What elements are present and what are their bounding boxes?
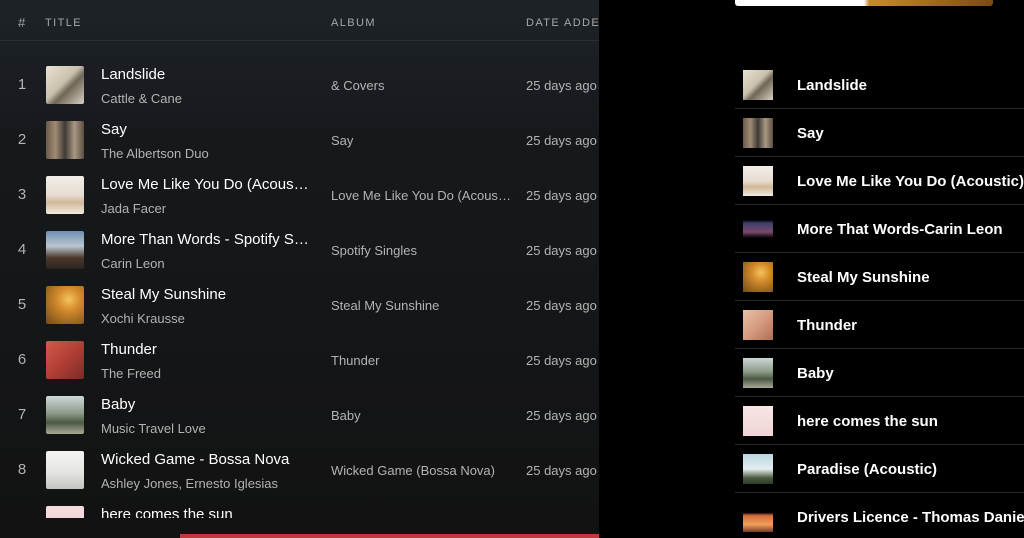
column-header-album[interactable]: ALBUM: [331, 17, 376, 29]
track-row[interactable]: 7 Baby Music Travel Love Baby 25 days ago: [0, 387, 599, 442]
track-number: 5: [17, 296, 27, 313]
track-number: 1: [17, 76, 27, 93]
track-date-added: 25 days ago: [526, 243, 597, 258]
track-row[interactable]: 3 Love Me Like You Do (Acoustic) Jada Face…: [0, 167, 599, 222]
tracklist: 1 Landslide Cattle & Cane & Covers 25 days a…: [0, 57, 599, 538]
track-date-added: 25 days ago: [526, 353, 597, 368]
track-date-added: 25 days ago: [526, 298, 597, 313]
queue-item[interactable]: Steal My Sunshine: [735, 253, 1024, 301]
album-art-thumbnail: [46, 231, 84, 269]
queue-album-art: [743, 118, 773, 148]
tracklist-header: # TITLE ALBUM DATE ADDE: [0, 0, 599, 41]
track-artist[interactable]: Carin Leon: [101, 256, 311, 271]
track-number: 2: [17, 131, 27, 148]
track-date-added: 25 days ago: [526, 188, 597, 203]
track-title[interactable]: Wicked Game - Bossa Nova: [101, 451, 311, 468]
track-album[interactable]: & Covers: [331, 78, 513, 93]
queue-item-title: Love Me Like You Do (Acoustic): [797, 173, 1024, 190]
track-album[interactable]: Spotify Singles: [331, 243, 513, 258]
track-row[interactable]: 2 Say The Albertson Duo Say 25 days ago: [0, 112, 599, 167]
queue-item[interactable]: Paradise (Acoustic): [735, 445, 1024, 493]
queue-item[interactable]: Drivers Licence - Thomas Daniel: [735, 493, 1024, 538]
column-header-date-added[interactable]: DATE ADDE: [526, 17, 599, 29]
queue-item-title: Drivers Licence - Thomas Daniel: [797, 509, 1024, 526]
queue-item-title: Thunder: [797, 317, 857, 334]
queue-list: Landslide Say Love Me Like You Do (Acousti…: [735, 61, 1024, 538]
cover-art-strip: [735, 0, 993, 6]
playlist-pane: # TITLE ALBUM DATE ADDE 1 Landslide Cattle…: [0, 0, 599, 538]
track-date-added: 25 days ago: [526, 133, 597, 148]
queue-item-title: More That Words-Carin Leon: [797, 221, 1003, 238]
track-number: 3: [17, 186, 27, 203]
track-date-added: 25 days ago: [526, 408, 597, 423]
track-number: 6: [17, 351, 27, 368]
queue-item-title: Landslide: [797, 77, 868, 94]
track-number: 8: [17, 461, 27, 478]
queue-item-title: Paradise (Acoustic): [797, 461, 938, 478]
queue-album-art: [743, 358, 773, 388]
queue-item-title: here comes the sun: [797, 413, 938, 430]
track-album[interactable]: Steal My Sunshine: [331, 298, 513, 313]
queue-album-art: [743, 502, 773, 532]
queue-album-art: [743, 454, 773, 484]
queue-item[interactable]: here comes the sun: [735, 397, 1024, 445]
track-row[interactable]: 8 Wicked Game - Bossa Nova Ashley Jones, E…: [0, 442, 599, 497]
track-title[interactable]: Landslide: [101, 66, 311, 83]
track-title[interactable]: Say: [101, 121, 311, 138]
track-album[interactable]: Baby: [331, 408, 513, 423]
track-number: 4: [17, 241, 27, 258]
queue-item[interactable]: Baby: [735, 349, 1024, 397]
track-artist[interactable]: The Albertson Duo: [101, 146, 311, 161]
track-row[interactable]: 4 More Than Words - Spotify Singles Carin …: [0, 222, 599, 277]
track-album[interactable]: Love Me Like You Do (Acoustic): [331, 188, 513, 203]
queue-album-art: [743, 262, 773, 292]
album-art-thumbnail: [46, 121, 84, 159]
queue-item-title: Steal My Sunshine: [797, 269, 930, 286]
queue-item-title: Baby: [797, 365, 834, 382]
queue-item-title: Say: [797, 125, 824, 142]
queue-album-art: [743, 214, 773, 244]
track-artist[interactable]: Ashley Jones, Ernesto Iglesias: [101, 476, 311, 491]
queue-item[interactable]: Say: [735, 109, 1024, 157]
accent-strip: [180, 534, 599, 538]
album-art-thumbnail: [46, 341, 84, 379]
track-artist[interactable]: Xochi Krausse: [101, 311, 311, 326]
track-album[interactable]: Wicked Game (Bossa Nova): [331, 463, 513, 478]
queue-item[interactable]: Thunder: [735, 301, 1024, 349]
column-header-title[interactable]: TITLE: [45, 17, 82, 29]
track-artist[interactable]: Music Travel Love: [101, 421, 311, 436]
album-art-thumbnail: [46, 396, 84, 434]
track-artist[interactable]: Cattle & Cane: [101, 91, 311, 106]
track-date-added: 25 days ago: [526, 463, 597, 478]
track-row[interactable]: 5 Steal My Sunshine Xochi Krausse Steal My …: [0, 277, 599, 332]
track-album[interactable]: Thunder: [331, 353, 513, 368]
track-number: 7: [17, 406, 27, 423]
track-artist[interactable]: The Freed: [101, 366, 311, 381]
track-artist[interactable]: Jada Facer: [101, 201, 311, 216]
queue-album-art: [743, 70, 773, 100]
queue-album-art: [743, 406, 773, 436]
queue-item[interactable]: Landslide: [735, 61, 1024, 109]
queue-item[interactable]: Love Me Like You Do (Acoustic): [735, 157, 1024, 205]
track-title[interactable]: Steal My Sunshine: [101, 286, 311, 303]
track-row[interactable]: 6 Thunder The Freed Thunder 25 days ago: [0, 332, 599, 387]
track-title[interactable]: More Than Words - Spotify Singles: [101, 231, 311, 248]
album-art-thumbnail: [46, 176, 84, 214]
track-row[interactable]: 1 Landslide Cattle & Cane & Covers 25 days a…: [0, 57, 599, 112]
track-title[interactable]: Baby: [101, 396, 311, 413]
queue-pane: Landslide Say Love Me Like You Do (Acousti…: [599, 0, 1024, 538]
album-art-thumbnail: [46, 451, 84, 489]
column-header-number[interactable]: #: [18, 15, 25, 30]
track-title[interactable]: Love Me Like You Do (Acoustic): [101, 176, 311, 193]
album-art-thumbnail: [46, 66, 84, 104]
queue-album-art: [743, 166, 773, 196]
track-title[interactable]: Thunder: [101, 341, 311, 358]
album-art-thumbnail: [46, 286, 84, 324]
queue-album-art: [743, 310, 773, 340]
track-date-added: 25 days ago: [526, 78, 597, 93]
track-album[interactable]: Say: [331, 133, 513, 148]
queue-item[interactable]: More That Words-Carin Leon: [735, 205, 1024, 253]
